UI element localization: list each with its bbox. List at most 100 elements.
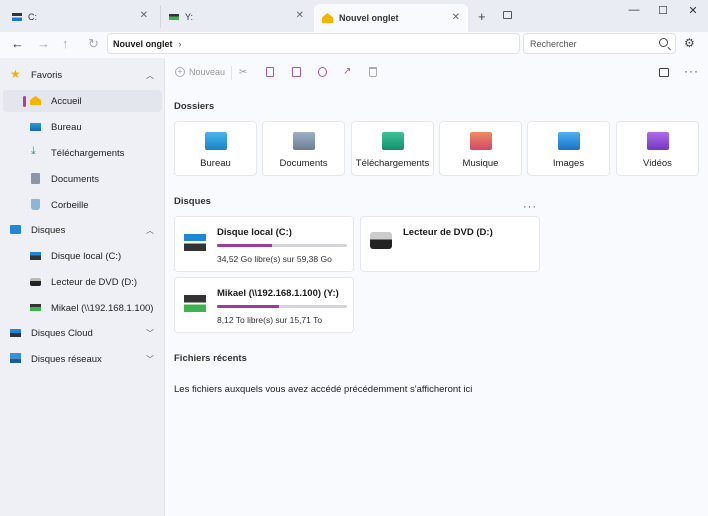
sidebar-item-accueil[interactable]: Accueil <box>3 90 162 112</box>
videos-folder-icon <box>647 132 669 150</box>
chevron-down-icon[interactable]: ﹀ <box>146 328 154 339</box>
downloads-folder-icon <box>382 132 404 150</box>
up-arrow-icon[interactable]: ↑ <box>62 36 69 51</box>
minimize-button[interactable]: — <box>624 4 644 18</box>
tab-close-icon[interactable]: ✕ <box>452 12 460 23</box>
recent-files-empty-message: Les fichiers auxquels vous avez accédé p… <box>174 384 473 395</box>
star-icon: ★ <box>10 67 21 81</box>
section-title-folders: Dossiers <box>174 101 215 112</box>
folder-card-documents[interactable]: Documents <box>262 121 345 176</box>
chevron-down-icon[interactable]: ﹀ <box>146 354 154 365</box>
sidebar-item-label: Lecteur de DVD (D:) <box>51 276 138 288</box>
sidebar-item-bureau[interactable]: Bureau <box>3 116 162 138</box>
folder-card-musique[interactable]: Musique <box>439 121 522 176</box>
share-icon[interactable]: ↗ <box>343 66 351 77</box>
drive-usage-bar <box>217 305 347 308</box>
address-bar[interactable]: Nouvel onglet › <box>107 33 520 54</box>
search-input[interactable]: Rechercher <box>523 33 676 54</box>
tab-c[interactable]: C: ✕ <box>4 5 156 28</box>
sidebar-item-dvd[interactable]: Lecteur de DVD (D:) <box>3 271 162 293</box>
tab-close-icon[interactable]: ✕ <box>296 10 304 21</box>
drive-name: Disque local (C:) <box>217 227 292 238</box>
copy-icon[interactable] <box>266 67 274 77</box>
tab-new[interactable]: Nouvel onglet ✕ <box>314 4 468 32</box>
sidebar: ★ Favoris ︿ Accueil Bureau ⤓ Téléchargem… <box>0 58 165 516</box>
sidebar-item-telechargements[interactable]: ⤓ Téléchargements <box>3 142 162 164</box>
network-icon <box>10 353 21 363</box>
main-content: + Nouveau ✂ ↗ ··· Dossiers Bureau Docume… <box>165 58 708 516</box>
chevron-up-icon[interactable]: ︿ <box>146 70 154 81</box>
refresh-icon[interactable]: ↻ <box>88 36 99 52</box>
tab-actions-icon[interactable] <box>503 11 512 19</box>
sidebar-item-corbeille[interactable]: Corbeille <box>3 194 162 216</box>
gear-icon[interactable]: ⚙ <box>684 36 695 50</box>
close-button[interactable]: ✕ <box>683 4 703 18</box>
folder-card-telechargements[interactable]: Téléchargements <box>351 121 434 176</box>
folder-card-videos[interactable]: Vidéos <box>616 121 699 176</box>
download-icon: ⤓ <box>31 145 36 157</box>
drive-icon <box>12 12 22 21</box>
new-tab-button[interactable]: + <box>478 9 486 24</box>
drive-card-c[interactable]: Disque local (C:) 34,52 Go libre(s) sur … <box>174 216 354 272</box>
music-folder-icon <box>470 132 492 150</box>
delete-icon[interactable] <box>369 67 377 77</box>
sidebar-item-disques-reseaux[interactable]: Disques réseaux ﹀ <box>3 348 162 370</box>
drive-free-space: 8,12 To libre(s) sur 15,71 To <box>217 315 323 325</box>
chevron-right-icon[interactable]: › <box>179 39 182 49</box>
sidebar-item-mikael[interactable]: Mikael (\\192.168.1.100) <box>3 297 162 319</box>
chevron-up-icon[interactable]: ︿ <box>146 225 154 236</box>
recycle-bin-icon <box>31 199 40 210</box>
network-drive-icon <box>169 13 179 20</box>
new-button-label: Nouveau <box>189 67 226 77</box>
folder-label: Documents <box>279 158 328 169</box>
cut-icon[interactable]: ✂ <box>239 67 247 78</box>
section-title-recent: Fichiers récents <box>174 353 247 364</box>
folder-card-images[interactable]: Images <box>527 121 610 176</box>
maximize-button[interactable]: ☐ <box>653 4 673 18</box>
network-drive-icon <box>30 304 41 311</box>
sidebar-item-disques-cloud[interactable]: Disques Cloud ﹀ <box>3 322 162 344</box>
title-bar: C: ✕ Y: ✕ Nouvel onglet ✕ + — ☐ ✕ <box>0 0 708 32</box>
sidebar-item-label: Accueil <box>51 95 82 107</box>
new-button[interactable]: + Nouveau <box>175 67 225 77</box>
sidebar-item-label: Disques <box>31 224 66 236</box>
drive-name: Lecteur de DVD (D:) <box>403 227 493 238</box>
folder-label: Vidéos <box>643 158 672 169</box>
forward-arrow-icon[interactable]: → <box>37 36 50 51</box>
tab-label: C: <box>28 11 37 22</box>
add-circle-icon: + <box>175 67 185 77</box>
sidebar-item-label: Corbeille <box>51 199 89 211</box>
layout-icon[interactable] <box>659 68 669 77</box>
sidebar-item-disque-local[interactable]: Disque local (C:) <box>3 245 162 267</box>
search-icon[interactable] <box>659 38 668 47</box>
more-options-icon[interactable]: ··· <box>684 64 699 78</box>
sidebar-item-documents[interactable]: Documents <box>3 168 162 190</box>
home-icon <box>30 96 41 105</box>
breadcrumb-item[interactable]: Nouvel onglet <box>113 39 173 49</box>
sidebar-item-label: Favoris <box>31 69 63 81</box>
sidebar-item-label: Disques réseaux <box>31 353 102 365</box>
back-arrow-icon[interactable]: ← <box>11 36 24 51</box>
network-drive-icon <box>184 295 206 312</box>
sidebar-item-label: Disques Cloud <box>31 327 93 339</box>
sidebar-item-disques[interactable]: Disques ︿ <box>3 219 162 241</box>
drive-card-y[interactable]: Mikael (\\192.168.1.100) (Y:) 8,12 To li… <box>174 277 354 333</box>
dvd-icon <box>30 278 41 286</box>
tab-label: Y: <box>185 11 194 22</box>
paste-icon[interactable] <box>292 67 301 77</box>
drive-name: Mikael (\\192.168.1.100) (Y:) <box>217 288 339 299</box>
sidebar-item-label: Téléchargements <box>51 147 125 159</box>
folder-card-bureau[interactable]: Bureau <box>174 121 257 176</box>
command-bar: + Nouveau ✂ ↗ ··· <box>165 58 708 88</box>
drive-card-d[interactable]: Lecteur de DVD (D:) <box>360 216 540 272</box>
tab-close-icon[interactable]: ✕ <box>140 10 148 21</box>
documents-folder-icon <box>293 132 315 150</box>
rename-icon[interactable] <box>318 67 327 77</box>
computer-icon <box>10 225 21 234</box>
documents-icon <box>31 173 40 184</box>
sidebar-item-label: Bureau <box>51 121 82 133</box>
tab-y[interactable]: Y: ✕ <box>160 5 312 28</box>
more-options-icon[interactable]: ··· <box>523 201 537 213</box>
sidebar-item-label: Documents <box>51 173 100 185</box>
sidebar-item-favoris[interactable]: ★ Favoris ︿ <box>3 64 162 86</box>
